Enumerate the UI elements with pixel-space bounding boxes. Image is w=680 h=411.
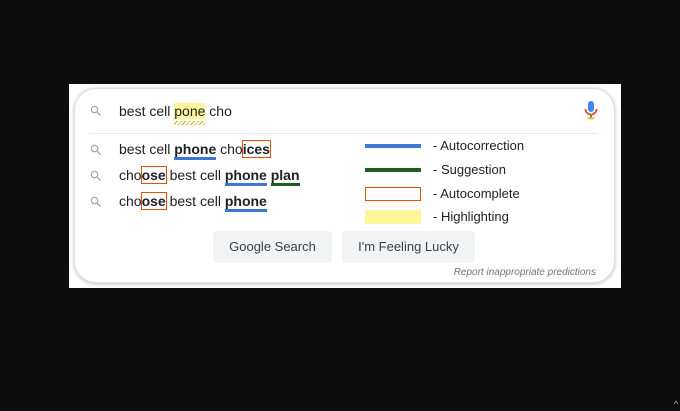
search-icon [89, 195, 103, 214]
search-icon [89, 143, 103, 162]
search-row[interactable]: best cell pone cho [75, 89, 614, 133]
suggestion-part-plain: cho [119, 167, 142, 183]
screenshot-frame: best cell pone cho best cell phone choic… [69, 84, 621, 288]
legend: - Autocorrection - Suggestion - Autocomple… [365, 133, 605, 233]
google-search-button[interactable]: Google Search [213, 231, 332, 263]
legend-item: - Autocomplete [365, 186, 605, 206]
legend-label: - Suggestion [433, 162, 506, 177]
legend-label: - Autocorrection [433, 138, 525, 153]
search-input[interactable]: best cell pone cho [119, 103, 232, 125]
suggestion-item[interactable]: choose best cell phone plan [75, 163, 375, 189]
legend-item: - Highlighting [365, 209, 605, 229]
suggestion-part-ac: ose [140, 192, 167, 210]
corner-glyph: ^ [673, 399, 678, 409]
suggestion-text: best cell phone choices [119, 140, 271, 160]
suggestion-part-corr: phone [224, 193, 267, 212]
suggestion-part-corr: phone [224, 167, 267, 186]
feeling-lucky-button[interactable]: I'm Feeling Lucky [342, 231, 475, 263]
query-highlight: pone [174, 103, 206, 125]
suggestion-item[interactable]: best cell phone choices [75, 137, 375, 163]
legend-label: - Autocomplete [433, 186, 520, 201]
suggestion-part-plain: best cell [165, 193, 225, 209]
suggestion-item[interactable]: choose best cell phone [75, 189, 375, 215]
legend-swatch-box [365, 187, 421, 201]
suggestion-part-ac: ose [140, 166, 167, 184]
suggestion-part-sugg: plan [270, 167, 300, 186]
legend-swatch-line [365, 168, 421, 172]
suggestion-text: choose best cell phone [119, 192, 267, 212]
suggestion-part-ac: ices [241, 140, 271, 158]
suggestion-part-plain: cho [119, 193, 142, 209]
legend-item: - Suggestion [365, 162, 605, 182]
suggestion-part-plain: best cell [165, 167, 225, 183]
suggestion-part-plain: best cell [119, 141, 175, 157]
query-after: cho [205, 103, 232, 119]
legend-swatch-fill [365, 210, 421, 224]
query-before: best cell [119, 103, 175, 119]
suggestion-part-corr: phone [174, 141, 217, 160]
legend-label: - Highlighting [433, 209, 509, 224]
search-icon [89, 169, 103, 188]
spellcheck-squiggle [174, 121, 206, 125]
suggestion-part-plain: cho [216, 141, 243, 157]
legend-swatch-line [365, 144, 421, 148]
suggestion-text: choose best cell phone plan [119, 166, 300, 186]
microphone-icon[interactable] [584, 100, 598, 125]
report-predictions-link[interactable]: Report inappropriate predictions [454, 267, 596, 278]
search-icon [89, 104, 103, 123]
search-box: best cell pone cho best cell phone choic… [74, 88, 615, 283]
legend-item: - Autocorrection [365, 138, 605, 158]
